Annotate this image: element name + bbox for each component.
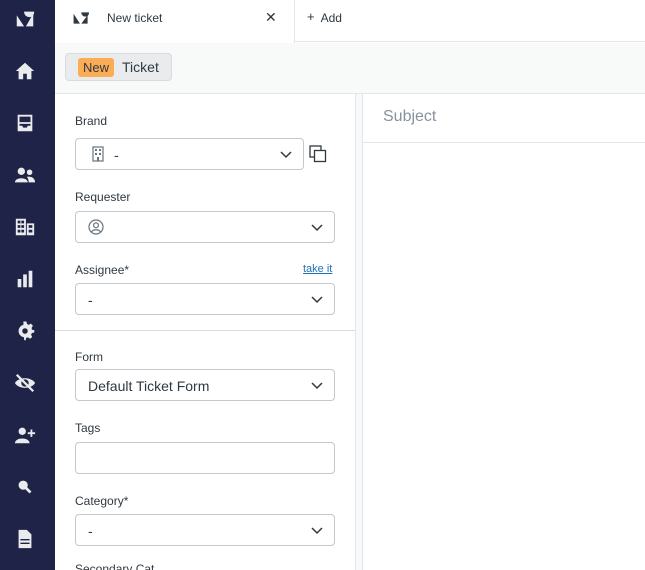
requester-label: Requester [75, 190, 131, 204]
ticket-header: New Ticket [55, 43, 645, 94]
copy-icon[interactable] [309, 145, 327, 163]
status-badge: New [78, 57, 115, 77]
plus-icon: + [307, 9, 315, 24]
category-label: Category* [75, 494, 129, 508]
take-it-link[interactable]: take it [303, 263, 332, 275]
chevron-down-icon [311, 527, 323, 535]
breadcrumb[interactable]: New Ticket [65, 53, 172, 81]
tags-input[interactable] [75, 442, 335, 474]
next-field-label: Secondary Cat... [75, 562, 165, 570]
subject-divider [363, 142, 645, 143]
organizations-icon[interactable] [12, 214, 38, 240]
close-icon[interactable]: ✕ [265, 9, 277, 26]
document-icon[interactable] [12, 526, 38, 552]
form-value: Default Ticket Form [88, 378, 210, 394]
chevron-down-icon [311, 224, 323, 232]
pane-divider[interactable] [355, 94, 363, 570]
brand-select[interactable]: - [75, 138, 304, 170]
assignee-select[interactable]: - [75, 283, 335, 315]
add-tab-button[interactable]: + Add [307, 9, 342, 25]
chevron-down-icon [311, 296, 323, 304]
add-user-icon[interactable] [12, 422, 38, 448]
search-icon[interactable] [12, 474, 38, 500]
tab-title: New ticket [107, 11, 163, 25]
admin-gear-icon[interactable] [12, 318, 38, 344]
tab-new-ticket[interactable]: New ticket ✕ [55, 0, 295, 43]
category-value: - [88, 523, 93, 539]
customers-icon[interactable] [12, 162, 38, 188]
assignee-value: - [88, 292, 93, 308]
chevron-down-icon [311, 382, 323, 390]
assignee-label: Assignee* [75, 263, 130, 277]
ticket-logo-icon [73, 12, 89, 24]
logo-icon[interactable] [12, 6, 38, 32]
brand-label: Brand [75, 114, 108, 128]
form-label: Form [75, 350, 103, 364]
reporting-icon[interactable] [12, 266, 38, 292]
breadcrumb-label: Ticket [122, 59, 159, 75]
chevron-down-icon [280, 151, 292, 159]
category-select[interactable]: - [75, 514, 335, 546]
user-circle-icon [88, 219, 104, 235]
add-tab-label: Add [320, 11, 342, 25]
ticket-properties-pane: Brand - Requester Assignee* take it - Fo… [55, 94, 355, 570]
tab-bar: New ticket ✕ + Add [55, 0, 645, 43]
brand-value: - [114, 147, 119, 163]
conversation-pane: Subject [363, 94, 645, 570]
eye-slash-icon[interactable] [12, 370, 38, 396]
views-icon[interactable] [12, 110, 38, 136]
tags-label: Tags [75, 421, 101, 435]
main-nav [0, 0, 55, 570]
building-icon [92, 146, 104, 162]
form-select[interactable]: Default Ticket Form [75, 369, 335, 401]
section-divider [55, 330, 355, 331]
subject-input[interactable]: Subject [383, 108, 436, 126]
home-icon[interactable] [12, 58, 38, 84]
requester-select[interactable] [75, 211, 335, 243]
